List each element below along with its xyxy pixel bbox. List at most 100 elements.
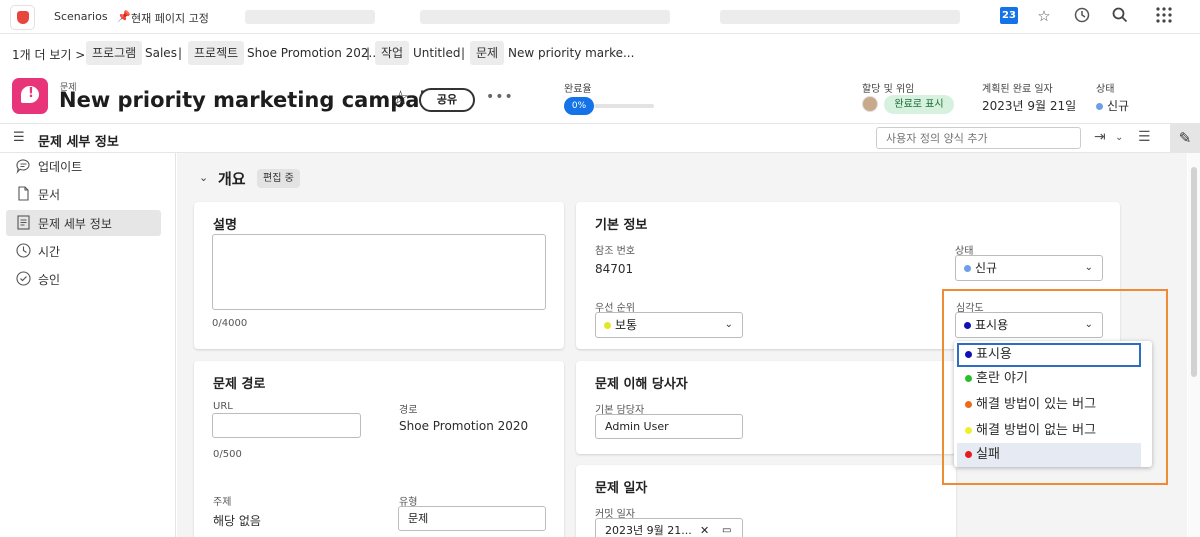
blurred-content — [245, 10, 375, 24]
highlight-annotation — [942, 289, 1168, 485]
status-dot — [964, 265, 971, 272]
collapse-panel-icon[interactable]: ☰ — [13, 130, 25, 145]
topic-value: 해당 없음 — [213, 514, 261, 528]
card-title: 기본 정보 — [595, 218, 648, 233]
char-count: 0/4000 — [212, 318, 248, 329]
custom-form-input[interactable] — [876, 127, 1081, 149]
more-options-icon[interactable]: ••• — [486, 89, 514, 105]
sidebar-item-documents[interactable]: 문서 — [6, 181, 161, 207]
sidebar-item-label: 업데이트 — [38, 160, 83, 174]
commit-date-value: 2023년 9월 21... — [605, 524, 692, 537]
mark-done-button[interactable]: 완료로 표시 — [884, 95, 954, 114]
progress-label: 완료율 — [564, 84, 592, 95]
commit-date-input[interactable]: 2023년 9월 21... ✕ ▭ — [595, 518, 743, 537]
card-title: 문제 이해 당사자 — [595, 377, 688, 392]
app-logo[interactable] — [10, 5, 35, 30]
chat-bubble-icon — [15, 157, 32, 174]
blurred-content — [720, 10, 960, 24]
sidebar-item-label: 문서 — [38, 188, 61, 202]
star-icon[interactable]: ☆ — [1034, 6, 1054, 26]
status-text: 신규 — [1107, 99, 1130, 113]
issue-route-card: 문제 경로 URL 0/500 경로 Shoe Promotion 2020 주… — [194, 361, 564, 537]
planned-date-value: 2023년 9월 21일 — [982, 99, 1077, 113]
sidebar: 업데이트 문서 문제 세부 정보 시간 승인 — [0, 153, 176, 537]
path-value[interactable]: Shoe Promotion 2020 — [399, 419, 528, 433]
layout-list-icon[interactable]: ☰ — [1138, 129, 1151, 145]
breadcrumb-separator: | — [178, 46, 183, 60]
details-title: 문제 세부 정보 — [38, 135, 119, 150]
breadcrumb-type-task: 작업 — [375, 41, 410, 65]
clock-icon — [15, 242, 32, 259]
breadcrumb-more[interactable]: 1개 더 보기 > — [12, 46, 85, 63]
export-icon[interactable]: ⇥ — [1094, 129, 1106, 145]
favorite-star-icon[interactable]: ☆ — [392, 88, 412, 108]
avatar[interactable] — [862, 96, 878, 112]
status-badge[interactable]: 신규 — [1096, 97, 1129, 114]
clear-icon[interactable]: ✕ — [700, 519, 709, 537]
status-dot — [1096, 103, 1103, 110]
sidebar-item-approvals[interactable]: 승인 — [6, 266, 161, 292]
breadcrumb-type-project: 프로젝트 — [188, 41, 245, 65]
calendar-icon[interactable]: ▭ — [722, 519, 731, 537]
document-icon — [15, 185, 32, 202]
url-char-count: 0/500 — [213, 449, 242, 460]
pin-icon[interactable]: 📌 — [117, 10, 131, 23]
status-select[interactable]: 신규 ⌄ — [955, 255, 1103, 281]
type-input[interactable]: 문제 — [398, 506, 546, 531]
apps-grid-icon[interactable] — [1154, 6, 1174, 26]
section-title[interactable]: 개요 — [218, 168, 246, 189]
scenarios-link[interactable]: Scenarios — [54, 10, 108, 23]
status-select-value: 신규 — [975, 261, 998, 275]
breadcrumb-link-issue[interactable]: New priority marke... — [508, 46, 634, 60]
topic-label: 주제 — [213, 497, 232, 508]
top-bar: Scenarios 📌 현재 페이지 고정 23 ☆ — [0, 0, 1200, 34]
sidebar-item-label: 시간 — [38, 245, 61, 259]
edit-pencil-icon[interactable]: ✎ — [1170, 124, 1200, 153]
planned-date-label: 계획된 완료 일자 — [982, 84, 1053, 95]
checkmark-circle-icon — [15, 270, 32, 287]
share-button[interactable]: 공유 — [419, 88, 475, 112]
breadcrumb-separator: | — [461, 46, 466, 60]
search-icon[interactable] — [1110, 6, 1130, 26]
description-card: 설명 0/4000 — [194, 202, 564, 349]
priority-select-value: 보통 — [615, 318, 638, 332]
chevron-down-icon[interactable]: ⌄ — [1115, 132, 1123, 143]
sidebar-item-issue-details[interactable]: 문제 세부 정보 — [6, 210, 161, 236]
history-icon[interactable] — [1072, 6, 1092, 26]
breadcrumb-link-program[interactable]: Sales — [145, 46, 177, 60]
details-icon — [15, 214, 32, 231]
priority-select[interactable]: 보통 ⌄ — [595, 312, 743, 338]
description-textarea[interactable] — [212, 234, 546, 310]
breadcrumb-link-project[interactable]: Shoe Promotion 202... — [247, 46, 380, 60]
blurred-content — [420, 10, 670, 24]
progress-bar — [594, 104, 654, 108]
breadcrumb-type-program: 프로그램 — [86, 41, 143, 65]
scrollbar[interactable] — [1188, 153, 1200, 537]
status-label: 상태 — [1096, 84, 1115, 95]
card-title: 설명 — [213, 218, 237, 233]
chevron-down-icon[interactable]: ⌄ — [199, 171, 208, 184]
editing-badge: 편집 중 — [257, 169, 300, 188]
scroll-thumb[interactable] — [1191, 167, 1197, 377]
sidebar-item-updates[interactable]: 업데이트 — [6, 153, 161, 179]
pin-page-link[interactable]: 현재 페이지 고정 — [131, 10, 209, 26]
sidebar-item-time[interactable]: 시간 — [6, 238, 161, 264]
url-label: URL — [213, 401, 233, 412]
calendar-icon[interactable]: 23 — [1000, 7, 1018, 24]
breadcrumb: 1개 더 보기 > 프로그램 Sales | 프로젝트 Shoe Promoti… — [0, 34, 1200, 72]
ref-number-value: 84701 — [595, 262, 634, 276]
chevron-down-icon: ⌄ — [1084, 262, 1093, 273]
owner-input[interactable]: Admin User — [595, 414, 743, 439]
ref-number-label: 참조 번호 — [595, 246, 635, 257]
issue-icon — [12, 78, 48, 114]
path-label: 경로 — [399, 405, 418, 416]
priority-dot — [604, 322, 611, 329]
stakeholder-card: 문제 이해 당사자 기본 담당자 Admin User — [576, 361, 956, 454]
issue-dates-card: 문제 일자 커밋 일자 2023년 9월 21... ✕ ▭ — [576, 465, 956, 537]
breadcrumb-link-task[interactable]: Untitled — [413, 46, 460, 60]
sidebar-item-label: 문제 세부 정보 — [38, 217, 112, 231]
details-toolbar: ☰ 문제 세부 정보 ⇥ ⌄ ☰ ✎ — [0, 123, 1200, 153]
url-input[interactable] — [212, 413, 361, 438]
assign-label: 할당 및 위임 — [862, 84, 915, 95]
sidebar-item-label: 승인 — [38, 273, 61, 287]
